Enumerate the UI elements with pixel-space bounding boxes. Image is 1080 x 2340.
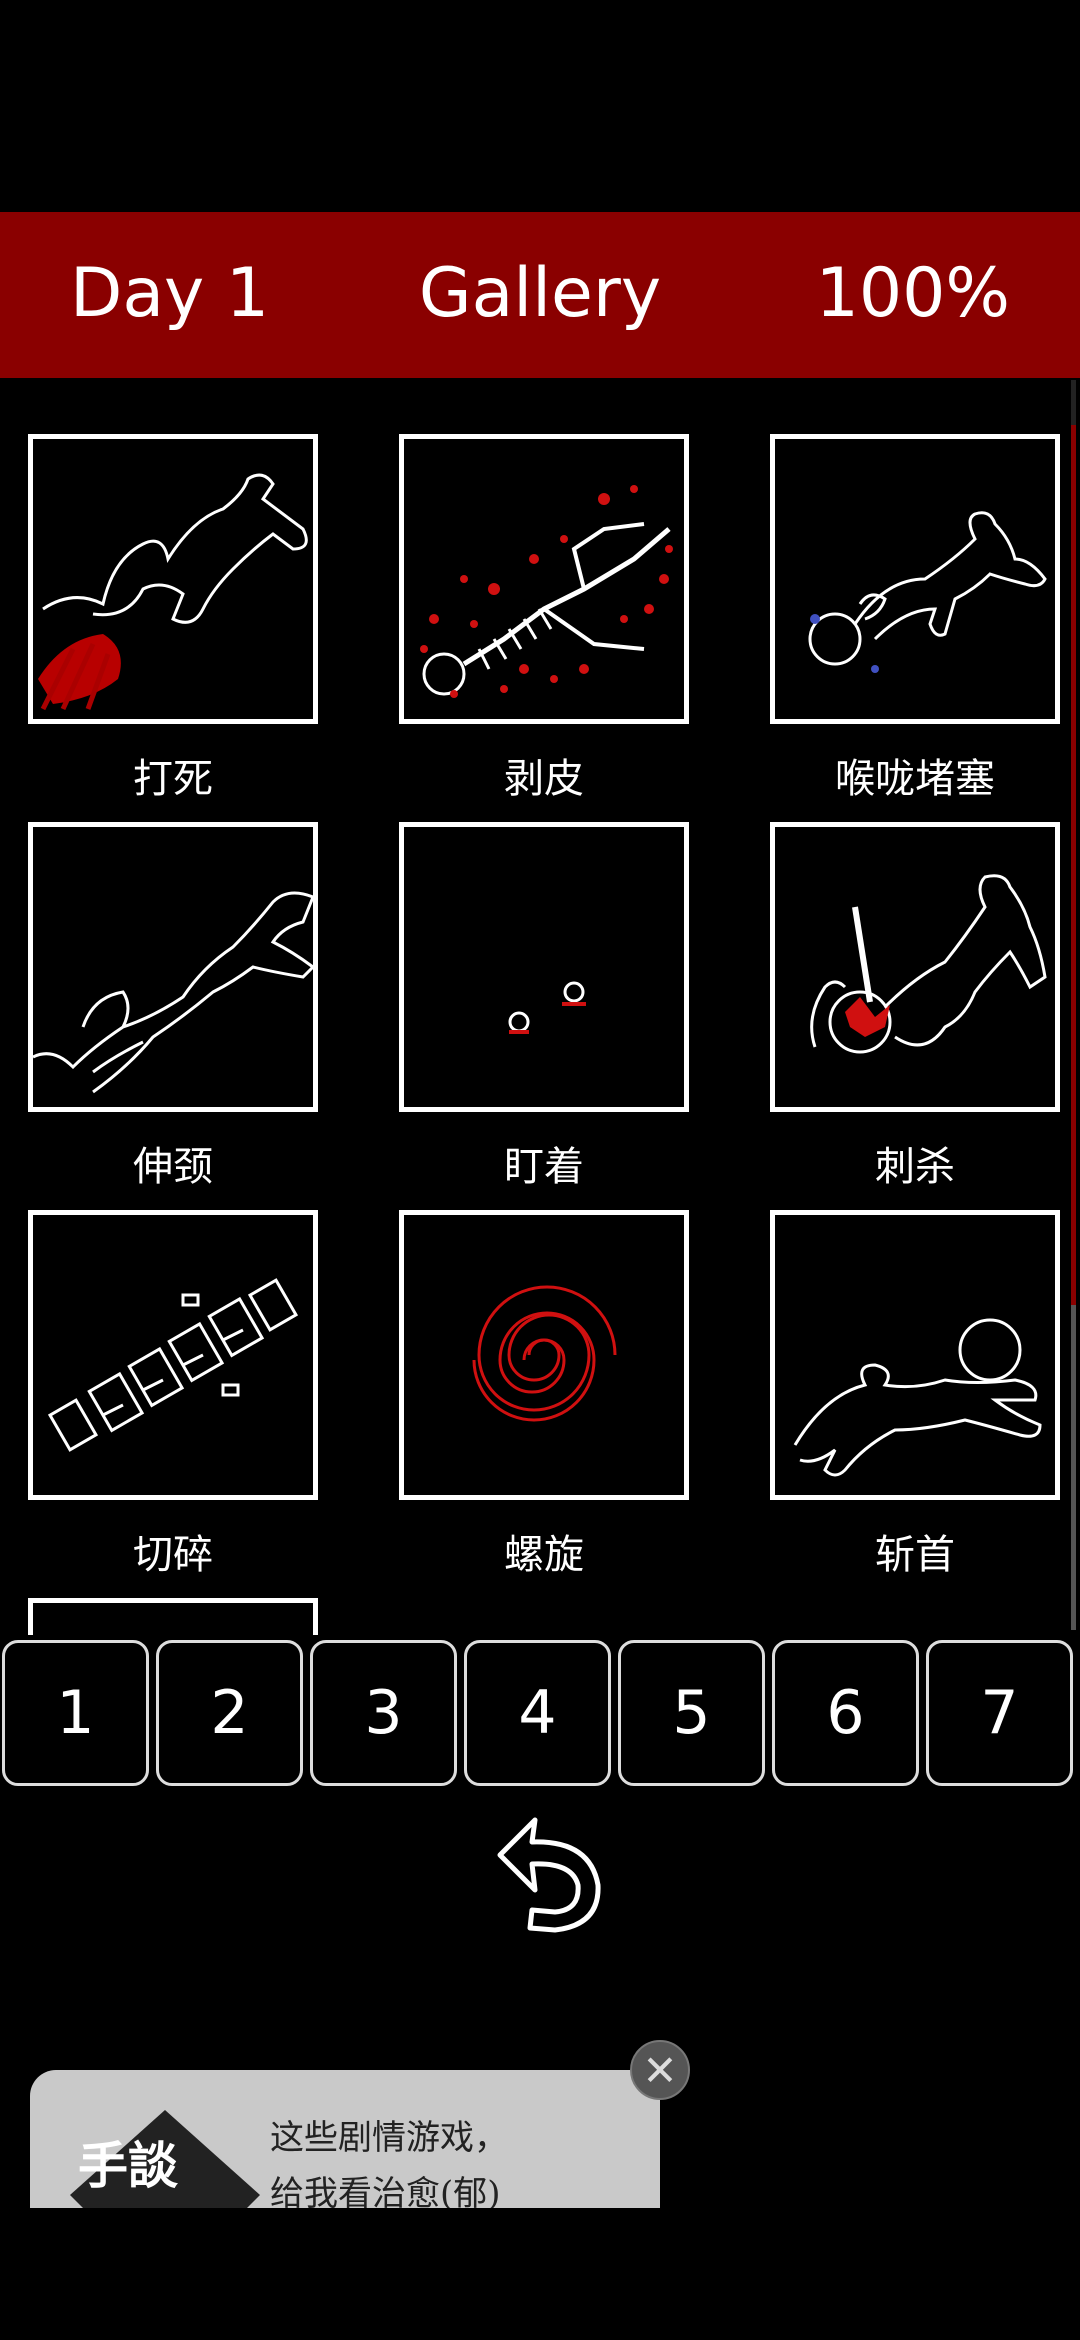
gallery-item[interactable]: 切碎 — [28, 1210, 318, 1580]
ad-logo-text: 手談 — [78, 2136, 178, 2195]
gallery-caption: 刺杀 — [875, 1144, 955, 1190]
chopped-body-icon — [47, 1278, 299, 1452]
gallery-caption: 打死 — [133, 756, 213, 802]
scrollbar-remainder — [1071, 1305, 1076, 1630]
gallery-grid: 打死 剥皮 喉咙堵塞 伸颈 盯着 刺杀 切碎 螺旋 斩首 — [0, 380, 1080, 1635]
page-button-6[interactable]: 6 — [772, 1640, 919, 1786]
ad-text: 这些剧情游戏， 给我看治愈(郁) — [270, 2110, 508, 2222]
body-outline-icon — [38, 473, 308, 711]
ad-line-1: 这些剧情游戏， — [270, 2118, 508, 2158]
gallery-caption: 盯着 — [504, 1144, 584, 1190]
bottom-area — [0, 2208, 1080, 2340]
gallery-caption: 伸颈 — [133, 1144, 213, 1190]
page-button-5[interactable]: 5 — [618, 1640, 765, 1786]
gallery-thumbnail[interactable] — [28, 1598, 318, 1635]
page-button-1[interactable]: 1 — [2, 1640, 149, 1786]
gallery-item[interactable] — [28, 1598, 318, 1635]
completion-percentage: 100% — [815, 254, 1010, 333]
back-arrow-icon — [497, 1817, 601, 1933]
gallery-item[interactable]: 螺旋 — [399, 1210, 689, 1580]
gallery-thumbnail[interactable] — [770, 1210, 1060, 1500]
gallery-item[interactable]: 打死 — [28, 434, 318, 804]
top-bar: Day 1 Gallery 100% — [0, 212, 1080, 378]
gallery-item[interactable]: 剥皮 — [399, 434, 689, 804]
gallery-item[interactable]: 喉咙堵塞 — [770, 434, 1060, 804]
gallery-thumbnail[interactable] — [399, 434, 689, 724]
eyes-icon — [508, 981, 586, 1034]
gallery-item[interactable]: 刺杀 — [770, 822, 1060, 1192]
gallery-caption: 喉咙堵塞 — [835, 756, 995, 802]
skeleton-icon — [420, 485, 673, 698]
gallery-thumbnail[interactable] — [770, 822, 1060, 1112]
gallery-item[interactable]: 盯着 — [399, 822, 689, 1192]
page-button-2[interactable]: 2 — [156, 1640, 303, 1786]
gallery-thumbnail[interactable] — [28, 1210, 318, 1500]
gallery-thumbnail[interactable] — [399, 822, 689, 1112]
page-button-4[interactable]: 4 — [464, 1640, 611, 1786]
back-button[interactable] — [470, 1800, 610, 1940]
gallery-caption: 切碎 — [133, 1532, 213, 1578]
gallery-caption: 螺旋 — [504, 1532, 584, 1578]
gallery-item[interactable]: 伸颈 — [28, 822, 318, 1192]
gallery-caption: 剥皮 — [504, 756, 584, 802]
ad-close-button[interactable]: ✕ — [630, 2040, 690, 2100]
stabbed-body-icon — [810, 874, 1047, 1054]
body-outline-icon — [33, 891, 313, 1094]
beheaded-body-icon — [793, 1318, 1042, 1477]
gallery-thumbnail[interactable] — [28, 822, 318, 1112]
gallery-caption: 斩首 — [875, 1532, 955, 1578]
gallery-thumbnail[interactable] — [28, 434, 318, 724]
red-spiral-icon — [472, 1285, 617, 1422]
gallery-thumbnail[interactable] — [399, 1210, 689, 1500]
page-button-3[interactable]: 3 — [310, 1640, 457, 1786]
page-button-7[interactable]: 7 — [926, 1640, 1073, 1786]
scrollbar-thumb[interactable] — [1071, 425, 1076, 1305]
page-selector: 1 2 3 4 5 6 7 — [0, 1640, 1080, 1792]
gallery-thumbnail[interactable] — [770, 434, 1060, 724]
body-outline-icon — [808, 511, 1047, 673]
gallery-item[interactable]: 斩首 — [770, 1210, 1060, 1580]
